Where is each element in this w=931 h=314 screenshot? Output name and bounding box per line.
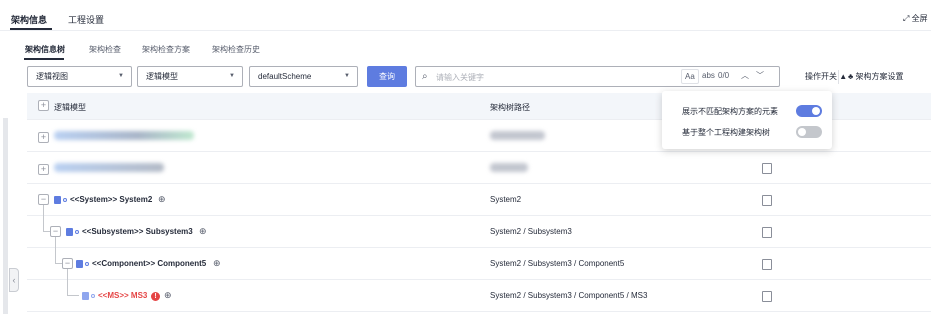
subtab-check-history[interactable]: 架构检查历史 (212, 44, 260, 55)
subsystem-type-icon (66, 228, 73, 236)
tree-guide (43, 205, 44, 232)
show-mismatch-toggle[interactable] (796, 105, 822, 117)
row-path: System2 (490, 195, 522, 204)
col-header-path: 架构树路径 (490, 103, 530, 112)
arch-settings-button[interactable]: ♣ 架构方案设置 (848, 71, 903, 82)
tree-guide (67, 295, 79, 296)
link-icon (91, 294, 95, 298)
link-icon (85, 262, 89, 266)
row-divider (27, 311, 931, 312)
chevron-up-icon[interactable]: ︿ (741, 70, 749, 81)
link-icon (63, 198, 67, 202)
collapse-row-icon[interactable]: − (38, 194, 49, 205)
search-input[interactable]: ⌕ 请输入关键字 Aa abs 0/0 ︿ ﹀ (415, 66, 780, 87)
left-rail (3, 118, 8, 314)
tree-guide (67, 269, 68, 296)
fullscreen-button[interactable]: ⤢ 全屏 (903, 13, 928, 24)
row-path: System2 / Subsystem3 / Component5 / MS3 (490, 291, 648, 300)
expand-row-icon[interactable]: + (38, 132, 49, 143)
target-icon[interactable]: ⊕ (213, 258, 221, 269)
row-path: System2 / Subsystem3 (490, 227, 572, 236)
chevron-down-icon[interactable]: ﹀ (756, 70, 764, 81)
document-icon[interactable] (762, 163, 772, 174)
expand-row-icon[interactable]: + (38, 164, 49, 175)
chevron-down-icon: ▼ (344, 73, 350, 79)
ops-switch-button[interactable]: 操作开关 ▲ (805, 71, 847, 82)
row-name: <<Subsystem>> Subsystem3 (82, 227, 193, 236)
chevron-down-icon: ▼ (118, 73, 124, 79)
collapse-row-icon[interactable]: − (50, 226, 61, 237)
row-divider (27, 215, 931, 216)
abs-toggle[interactable]: abs (699, 69, 718, 84)
ops-switch-popup: 展示不匹配架构方案的元素 基于整个工程构建架构树 (662, 91, 832, 149)
tree-guide (43, 231, 50, 232)
subtab-arch-check[interactable]: 架构检查 (89, 44, 121, 55)
collapse-row-icon[interactable]: − (62, 258, 73, 269)
tab-project-settings[interactable]: 工程设置 (68, 13, 104, 26)
tab-architecture-info[interactable]: 架构信息 (11, 13, 47, 26)
query-button[interactable]: 查询 (367, 66, 407, 87)
document-icon[interactable] (762, 227, 772, 238)
error-icon[interactable]: ! (151, 292, 160, 301)
tree-guide (55, 263, 62, 264)
row-divider (27, 279, 931, 280)
redacted-name (54, 163, 164, 172)
whole-project-toggle[interactable] (796, 126, 822, 138)
target-icon[interactable]: ⊕ (164, 290, 172, 301)
component-type-icon (76, 260, 83, 268)
option-whole-project-label: 基于整个工程构建架构树 (682, 128, 770, 137)
expand-all-icon[interactable]: + (38, 100, 49, 111)
link-icon (75, 230, 79, 234)
tree-guide (55, 237, 56, 264)
target-icon[interactable]: ⊕ (158, 194, 166, 205)
redacted-path (490, 163, 528, 172)
document-icon[interactable] (762, 291, 772, 302)
chevron-down-icon: ▼ (229, 73, 235, 79)
row-name: <<MS>> MS3 (98, 291, 148, 300)
redacted-path (490, 131, 545, 140)
system-type-icon (54, 196, 61, 204)
view-select[interactable]: 逻辑视图 ▼ (27, 66, 132, 87)
caret-up-icon: ▲ (839, 72, 848, 81)
tab-divider (0, 30, 931, 31)
row-divider (27, 247, 931, 248)
row-divider (27, 183, 931, 184)
row-path: System2 / Subsystem3 / Component5 (490, 259, 625, 268)
row-name: <<Component>> Component5 (92, 259, 207, 268)
target-icon[interactable]: ⊕ (199, 226, 207, 237)
redacted-name (54, 131, 194, 140)
row-name: <<System>> System2 (70, 195, 153, 204)
row-divider (27, 151, 931, 152)
document-icon[interactable] (762, 259, 772, 270)
scheme-select[interactable]: defaultScheme ▼ (249, 66, 358, 87)
ms-type-icon (82, 292, 89, 300)
subtab-check-scheme[interactable]: 架构检查方案 (142, 44, 190, 55)
model-select[interactable]: 逻辑模型 ▼ (137, 66, 243, 87)
subtab-indicator (24, 58, 64, 60)
divider (838, 70, 839, 84)
match-case-toggle[interactable]: Aa (681, 69, 699, 84)
tree-icon: ♣ (848, 72, 854, 81)
result-count: 0/0 (718, 71, 730, 80)
expand-icon: ⤢ (903, 14, 910, 23)
collapse-panel-button[interactable]: ‹ (9, 268, 19, 292)
option-show-mismatch-label: 展示不匹配架构方案的元素 (682, 107, 778, 116)
col-header-model: 逻辑模型 (54, 103, 86, 112)
subtab-arch-tree[interactable]: 架构信息树 (25, 44, 65, 55)
search-icon: ⌕ (422, 71, 428, 82)
document-icon[interactable] (762, 195, 772, 206)
chevron-left-icon: ‹ (12, 275, 16, 285)
